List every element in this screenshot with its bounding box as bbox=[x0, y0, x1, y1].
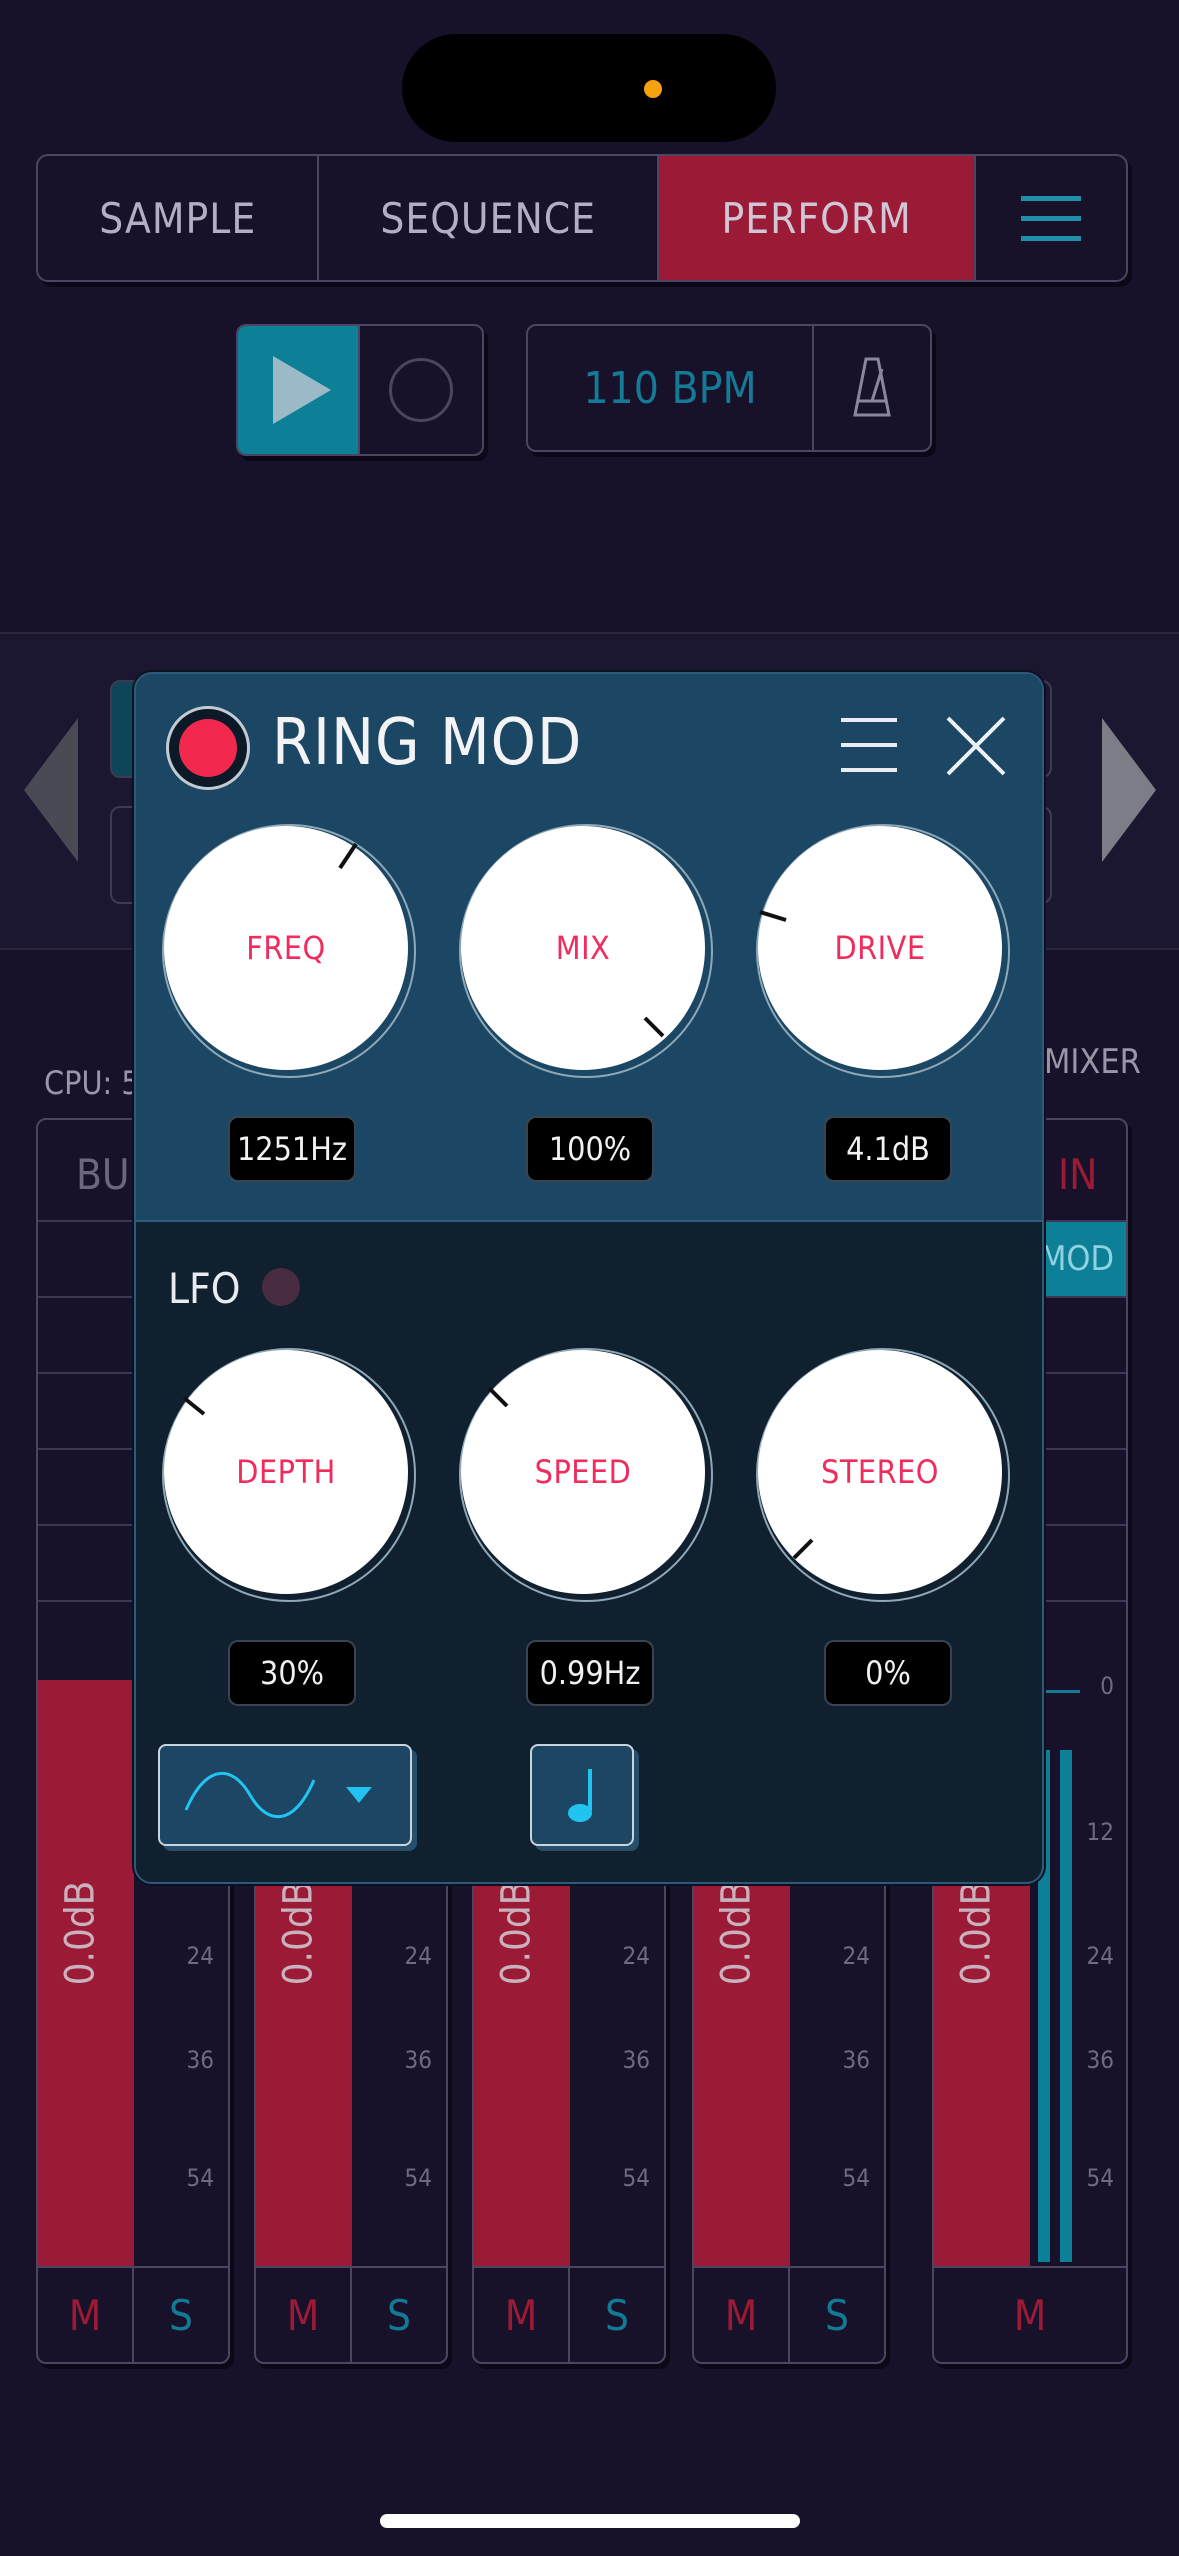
ring-mod-effect-panel: RING MOD FREQ MIX DRIVE 1251Hz 100% 4.1d… bbox=[134, 672, 1044, 1884]
mute-button[interactable]: M bbox=[256, 2268, 352, 2362]
metronome-icon bbox=[853, 357, 891, 417]
speed-knob[interactable]: SPEED bbox=[459, 1348, 713, 1602]
solo-button[interactable]: S bbox=[134, 2268, 228, 2362]
fx-slot-active[interactable]: MOD bbox=[1034, 1222, 1126, 1296]
mute-button[interactable]: M bbox=[694, 2268, 790, 2362]
solo-button[interactable]: S bbox=[570, 2268, 664, 2362]
solo-button[interactable]: S bbox=[790, 2268, 884, 2362]
tab-sequence[interactable]: SEQUENCE bbox=[319, 156, 659, 280]
fader-level: 0.0dB bbox=[713, 1880, 760, 1986]
solo-button[interactable]: S bbox=[352, 2268, 446, 2362]
mute-button[interactable]: M bbox=[474, 2268, 570, 2362]
tempo-controls: 110 BPM bbox=[526, 324, 932, 452]
meter-tick: 36 bbox=[1086, 2046, 1114, 2074]
lfo-tempo-sync-button[interactable] bbox=[530, 1744, 634, 1846]
meter-tick: 24 bbox=[186, 1942, 214, 1970]
previous-arrow-icon[interactable] bbox=[24, 718, 78, 862]
meter-tick: 36 bbox=[842, 2046, 870, 2074]
depth-knob[interactable]: DEPTH bbox=[162, 1348, 416, 1602]
fader-level: 0.0dB bbox=[953, 1880, 1000, 1986]
effect-power-button[interactable] bbox=[166, 706, 250, 790]
main-tabs: SAMPLE SEQUENCE PERFORM bbox=[36, 154, 1128, 282]
fader-level: 0.0dB bbox=[57, 1880, 104, 1986]
effect-title: RING MOD bbox=[272, 706, 583, 780]
speed-value: 0.99Hz bbox=[526, 1640, 654, 1706]
freq-knob[interactable]: FREQ bbox=[162, 824, 416, 1078]
bpm-display[interactable]: 110 BPM bbox=[528, 326, 814, 450]
transport-controls bbox=[236, 324, 484, 456]
meter-tick: 54 bbox=[186, 2164, 214, 2192]
home-indicator[interactable] bbox=[380, 2514, 800, 2528]
meter-tick: 54 bbox=[404, 2164, 432, 2192]
depth-value: 30% bbox=[228, 1640, 356, 1706]
stereo-value: 0% bbox=[824, 1640, 952, 1706]
quarter-note-icon bbox=[568, 1769, 592, 1822]
record-icon bbox=[389, 358, 453, 422]
drive-value: 4.1dB bbox=[824, 1116, 952, 1182]
close-icon[interactable] bbox=[944, 714, 1008, 778]
meter-tick: 54 bbox=[1086, 2164, 1114, 2192]
meter-tick: 36 bbox=[186, 2046, 214, 2074]
meter-tick: 36 bbox=[622, 2046, 650, 2074]
tab-perform[interactable]: PERFORM bbox=[658, 156, 977, 280]
power-led-icon bbox=[179, 719, 237, 777]
hamburger-icon bbox=[1021, 195, 1082, 241]
mute-button[interactable]: M bbox=[38, 2268, 134, 2362]
freq-value: 1251Hz bbox=[228, 1116, 356, 1182]
stereo-knob[interactable]: STEREO bbox=[756, 1348, 1010, 1602]
metronome-button[interactable] bbox=[814, 326, 930, 450]
meter-tick: 24 bbox=[404, 1942, 432, 1970]
drive-knob[interactable]: DRIVE bbox=[756, 824, 1010, 1078]
next-arrow-icon[interactable] bbox=[1102, 718, 1156, 862]
dynamic-island bbox=[402, 34, 776, 142]
play-button[interactable] bbox=[238, 326, 358, 454]
mute-button[interactable]: M bbox=[934, 2268, 1126, 2362]
meter-tick: 54 bbox=[622, 2164, 650, 2192]
mix-value: 100% bbox=[526, 1116, 654, 1182]
effect-menu-button[interactable] bbox=[841, 718, 897, 772]
meter-tick: 36 bbox=[404, 2046, 432, 2074]
mixer-label: MIXER bbox=[1044, 1042, 1141, 1082]
lfo-power-button[interactable] bbox=[262, 1268, 300, 1306]
master-name: IN bbox=[1058, 1150, 1098, 1199]
meter-tick: 12 bbox=[1086, 1818, 1114, 1846]
meter-tick: 24 bbox=[622, 1942, 650, 1970]
fader-level: 0.0dB bbox=[275, 1880, 322, 1986]
privacy-indicator-dot bbox=[644, 80, 662, 98]
meter-tick: 24 bbox=[1086, 1942, 1114, 1970]
dropdown-caret-icon bbox=[346, 1787, 372, 1803]
sine-wave-icon bbox=[184, 1771, 316, 1819]
cpu-readout: CPU: 5 bbox=[44, 1064, 140, 1102]
lfo-waveform-dropdown[interactable] bbox=[158, 1744, 412, 1846]
main-menu-button[interactable] bbox=[976, 156, 1126, 280]
level-meter-right bbox=[1060, 1750, 1072, 2262]
meter-tick: 54 bbox=[842, 2164, 870, 2192]
lfo-label: LFO bbox=[168, 1264, 241, 1313]
meter-tick: 0 bbox=[1100, 1672, 1114, 1700]
tab-sample[interactable]: SAMPLE bbox=[38, 156, 320, 280]
play-icon bbox=[273, 356, 331, 424]
mix-knob[interactable]: MIX bbox=[459, 824, 713, 1078]
fader-level: 0.0dB bbox=[493, 1880, 540, 1986]
record-button[interactable] bbox=[358, 326, 482, 454]
meter-tick: 24 bbox=[842, 1942, 870, 1970]
